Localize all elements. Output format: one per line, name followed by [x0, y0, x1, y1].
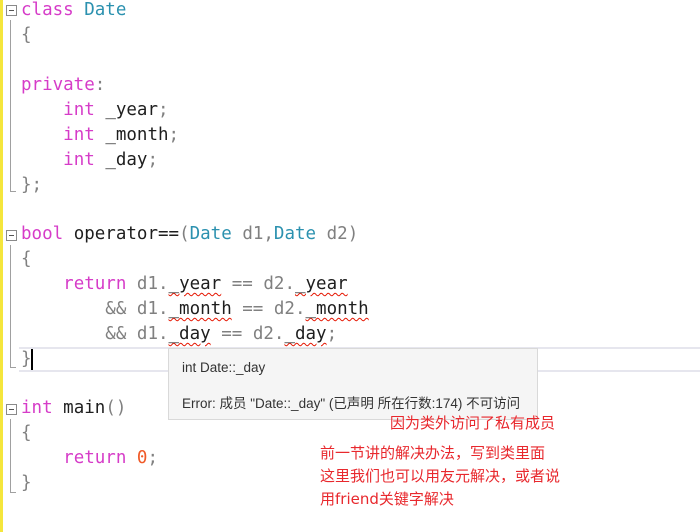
- param-ref: d1.: [136, 299, 169, 319]
- outline-guide: [10, 245, 11, 367]
- punct: (: [179, 224, 190, 244]
- tooltip-error-message: Error: 成员 "Date::_day" (已声明 所在行数:174) 不可…: [182, 396, 521, 411]
- keyword: class: [21, 0, 74, 20]
- keyword: int: [21, 398, 53, 418]
- param-ref: d1.: [136, 324, 169, 344]
- number-literal: 0: [136, 448, 148, 468]
- tooltip-signature: int Date::_day: [182, 360, 266, 375]
- code-line: return 0;: [21, 446, 158, 471]
- outline-guide-end: [10, 492, 16, 493]
- member-name: _year: [105, 100, 158, 120]
- punct: ;: [168, 125, 180, 145]
- error-squiggle-member[interactable]: _month: [306, 299, 369, 319]
- code-line: {: [21, 25, 32, 45]
- param-name: d1,: [242, 224, 274, 244]
- punct: ;: [326, 324, 338, 344]
- annotation-reason: 因为类外访问了私有成员: [390, 414, 556, 432]
- error-squiggle-member[interactable]: _year: [169, 274, 222, 294]
- punct: (): [105, 398, 127, 418]
- code-line: int _month;: [21, 123, 179, 148]
- code-line: };: [21, 175, 43, 195]
- outline-guide-end: [10, 191, 16, 192]
- keyword: int: [63, 150, 95, 170]
- collapse-main-icon[interactable]: [6, 404, 17, 415]
- code-line: && d1._month == d2._month: [21, 297, 369, 322]
- code-line: {: [21, 423, 32, 443]
- annotation-solution-line: 用friend关键字解决: [320, 490, 454, 508]
- type-name: Date: [273, 224, 317, 244]
- error-squiggle-member[interactable]: _day: [284, 324, 326, 344]
- param-ref: d1.: [136, 274, 169, 294]
- code-line: int main(): [21, 396, 126, 421]
- outline-guide: [10, 419, 11, 492]
- operator: &&: [105, 299, 137, 319]
- outline-guide-end: [10, 367, 16, 368]
- punct: ;: [147, 150, 159, 170]
- code-line: {: [21, 249, 32, 269]
- text-caret: [31, 349, 33, 370]
- punct: ;: [158, 100, 169, 120]
- punct: ;: [147, 448, 159, 468]
- operator: ==: [210, 324, 253, 344]
- error-squiggle-member[interactable]: _year: [295, 274, 348, 294]
- member-name: _day: [105, 150, 148, 170]
- change-tracking-bar: [0, 0, 3, 532]
- param-ref: d2.: [252, 324, 285, 344]
- code-line: class Date: [21, 0, 126, 23]
- code-line: int _year;: [21, 98, 169, 123]
- function-name: main: [63, 398, 106, 418]
- annotation-solution-line: 前一节讲的解决办法，写到类里面: [320, 444, 546, 462]
- param-ref: d2.: [273, 299, 306, 319]
- error-squiggle-member[interactable]: _day: [169, 324, 211, 344]
- operator: &&: [105, 324, 137, 344]
- collapse-class-icon[interactable]: [6, 5, 17, 16]
- keyword: int: [63, 125, 95, 145]
- param-name: d2: [326, 224, 348, 244]
- keyword: int: [63, 100, 95, 120]
- collapse-operator-icon[interactable]: [6, 230, 17, 241]
- member-name: _month: [105, 125, 169, 145]
- keyword: return: [63, 448, 127, 468]
- keyword: bool: [21, 224, 64, 244]
- punct: ): [347, 224, 359, 244]
- code-line: int _day;: [21, 148, 158, 173]
- code-line: }: [21, 473, 32, 493]
- keyword: private: [21, 75, 95, 95]
- error-squiggle-member[interactable]: _month: [169, 299, 232, 319]
- type-name: Date: [84, 0, 127, 20]
- code-line: bool operator==(Date d1,Date d2): [21, 222, 358, 247]
- keyword: return: [63, 274, 127, 294]
- code-line: }: [21, 349, 32, 369]
- function-name: operator==: [73, 224, 180, 244]
- param-ref: d2.: [263, 274, 295, 294]
- operator: ==: [231, 299, 274, 319]
- annotation-solution-line: 这里我们也可以用友元解决，或者说: [320, 467, 561, 485]
- code-line: && d1._day == d2._day;: [21, 322, 337, 347]
- punct: :: [94, 75, 106, 95]
- type-name: Date: [189, 224, 232, 244]
- operator: ==: [221, 274, 264, 294]
- outline-guide: [10, 20, 11, 191]
- error-tooltip: int Date::_day Error: 成员 "Date::_day" (已…: [168, 348, 538, 420]
- code-line: private:: [21, 73, 105, 98]
- code-line: return d1._year == d2._year: [21, 272, 348, 297]
